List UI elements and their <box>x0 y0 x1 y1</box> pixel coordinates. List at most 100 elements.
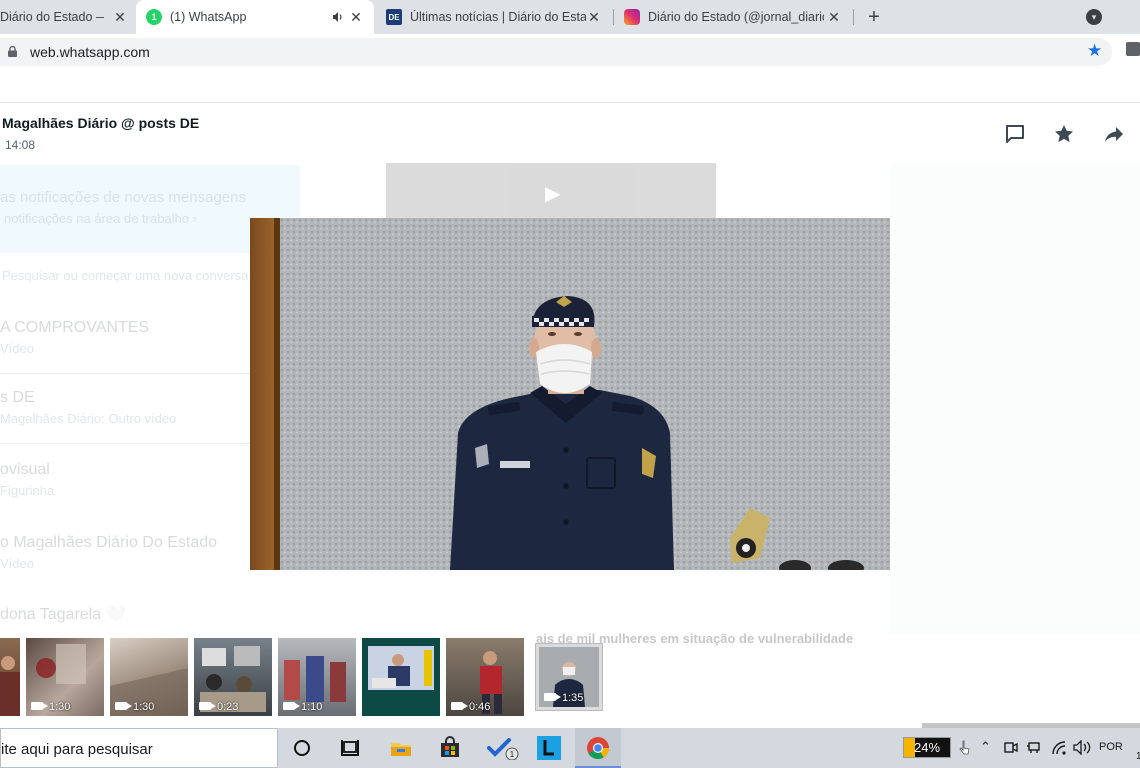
video-camera-icon <box>31 702 48 710</box>
search-hint: Pesquisar ou começar uma nova conversa <box>2 268 249 283</box>
video-frame-officer <box>250 218 890 570</box>
chrome-icon <box>587 737 609 759</box>
task-view-icon[interactable] <box>338 736 362 760</box>
video-camera-icon <box>544 693 561 701</box>
video-camera-icon <box>199 702 216 710</box>
thumbnail-image <box>368 646 434 690</box>
media-thumbnail[interactable]: 0:23 <box>194 638 272 716</box>
forward-icon[interactable] <box>1103 123 1125 145</box>
file-explorer-icon[interactable] <box>389 736 413 760</box>
browser-tab-strip: Diário do Estado — ✕ 1 (1) WhatsApp ✕ DE… <box>0 0 1140 34</box>
notification-banner-link: notificações na área de trabalho › <box>4 211 197 226</box>
video-duration: 0:23 <box>217 701 239 713</box>
media-thumbnail-selected[interactable]: 1:35 <box>536 644 602 710</box>
whatsapp-icon: 1 <box>146 9 162 25</box>
thumbnail-image <box>0 656 20 716</box>
close-tab-icon[interactable]: ✕ <box>112 9 128 25</box>
media-viewer: as notificações de novas mensagens notif… <box>0 102 1140 728</box>
battery-indicator[interactable]: 24% <box>903 737 951 758</box>
de-logo-icon: DE <box>386 9 402 25</box>
new-tab-button[interactable]: + <box>864 7 884 27</box>
chat-subtitle: Figurinha <box>0 483 55 498</box>
media-thumbnail[interactable] <box>362 638 440 716</box>
sender-name: Magalhães Diário @ posts DE <box>2 115 200 131</box>
chat-subtitle: Vídeo <box>0 556 34 571</box>
video-duration: 1:30 <box>49 701 71 713</box>
media-thumbnail-strip: 1:30 1:30 0:23 1:10 0:46 1:35 <box>0 638 1140 718</box>
tab-title: Diário do Estado — <box>0 10 104 24</box>
extensions-puzzle-icon[interactable] <box>1126 42 1140 56</box>
letter-l-app-icon[interactable] <box>537 736 561 760</box>
power-plug-icon[interactable] <box>1026 740 1042 755</box>
lock-icon[interactable] <box>8 46 17 57</box>
star-icon[interactable] <box>1053 123 1075 145</box>
chat-title: s DE <box>0 389 35 406</box>
video-camera-icon <box>115 702 132 710</box>
reply-message-icon[interactable] <box>1004 123 1026 145</box>
tab-whatsapp[interactable]: 1 (1) WhatsApp ✕ <box>136 0 374 34</box>
chat-subtitle: Magalhães Diário: Outro vídeo <box>0 411 177 426</box>
tab-search-icon[interactable]: ▾ <box>1086 9 1102 25</box>
play-icon: ▶ <box>545 183 561 205</box>
tab-instagram[interactable]: Diário do Estado (@jornal_diarioc ✕ <box>614 0 852 34</box>
chat-title: o Magalhães Diário Do Estado <box>0 534 218 551</box>
instagram-icon <box>624 9 640 25</box>
tab-separator <box>853 9 854 25</box>
taskbar-search-box[interactable]: ite aqui para pesquisar <box>0 728 278 768</box>
chat-row: A COMPROVANTES Vídeo <box>0 319 149 356</box>
tab-title: Últimas notícias | Diário do Estad <box>410 10 586 24</box>
wifi-icon[interactable] <box>1051 740 1067 755</box>
video-player[interactable] <box>250 218 890 570</box>
chat-divider <box>0 443 280 444</box>
message-time: 14:08 <box>5 138 36 152</box>
chat-title: dona Tagarela 🤍 <box>0 606 126 623</box>
chrome-taskbar-button[interactable] <box>575 728 621 768</box>
chevron-up-icon[interactable]: ⌃ <box>980 739 991 755</box>
chat-row: s DE Magalhães Diário: Outro vídeo <box>0 389 176 426</box>
meet-now-icon[interactable] <box>1003 740 1018 755</box>
background-right-panel <box>890 163 1140 633</box>
video-duration: 1:10 <box>301 701 323 713</box>
notification-banner-title: as notificações de novas mensagens <box>0 189 246 206</box>
bookmark-star-icon[interactable]: ★ <box>1087 41 1102 61</box>
media-thumbnail[interactable]: 1:30 <box>110 638 188 716</box>
cortana-icon[interactable] <box>294 740 310 756</box>
video-duration: 1:35 <box>562 692 584 704</box>
tab-title: (1) WhatsApp <box>170 10 247 24</box>
chat-row: ovisual Figurinha <box>0 461 54 498</box>
chat-subtitle: Vídeo <box>0 341 34 356</box>
video-duration: 0:46 <box>469 701 491 713</box>
volume-icon[interactable] <box>1073 740 1091 755</box>
close-tab-icon[interactable]: ✕ <box>348 9 364 25</box>
tab-diario-do-estado[interactable]: Diário do Estado — ✕ <box>0 0 134 34</box>
media-thumbnail[interactable]: 1:30 <box>26 638 104 716</box>
touch-input-icon[interactable] <box>958 739 970 757</box>
chat-title: A COMPROVANTES <box>0 319 150 336</box>
media-thumbnail[interactable]: 1:10 <box>278 638 356 716</box>
close-tab-icon[interactable]: ✕ <box>586 9 602 25</box>
tab-ultimas-noticias[interactable]: DE Últimas notícias | Diário do Estad ✕ <box>376 0 612 34</box>
media-thumbnail[interactable]: 0:46 <box>446 638 524 716</box>
video-duration: 1:30 <box>133 701 155 713</box>
chat-row: o Magalhães Diário Do Estado Vídeo <box>0 534 217 571</box>
windows-taskbar: ite aqui para pesquisar 1 24% ⌃ POR 1 <box>0 728 1140 768</box>
input-language-indicator[interactable]: POR <box>1099 741 1123 753</box>
browser-toolbar: web.whatsapp.com ★ <box>0 34 1140 70</box>
media-thumbnail[interactable] <box>0 638 20 716</box>
taskbar-search-text[interactable]: ite aqui para pesquisar <box>1 741 153 758</box>
battery-percentage: 24% <box>914 740 941 755</box>
address-bar[interactable]: web.whatsapp.com ★ <box>0 38 1112 66</box>
chat-title: ovisual <box>0 461 50 478</box>
close-tab-icon[interactable]: ✕ <box>826 9 842 25</box>
svg-text:1: 1 <box>510 750 515 759</box>
speaker-audio-icon[interactable] <box>332 11 344 23</box>
video-camera-icon <box>283 702 300 710</box>
url-text[interactable]: web.whatsapp.com <box>30 44 150 60</box>
tab-title: Diário do Estado (@jornal_diarioc <box>648 10 824 24</box>
todo-app-icon[interactable]: 1 <box>487 736 521 760</box>
microsoft-store-icon[interactable] <box>438 736 462 760</box>
chat-divider <box>0 373 280 374</box>
clock-text[interactable]: 1 <box>1136 751 1140 762</box>
video-camera-icon <box>451 702 468 710</box>
background-video-card <box>386 163 716 223</box>
